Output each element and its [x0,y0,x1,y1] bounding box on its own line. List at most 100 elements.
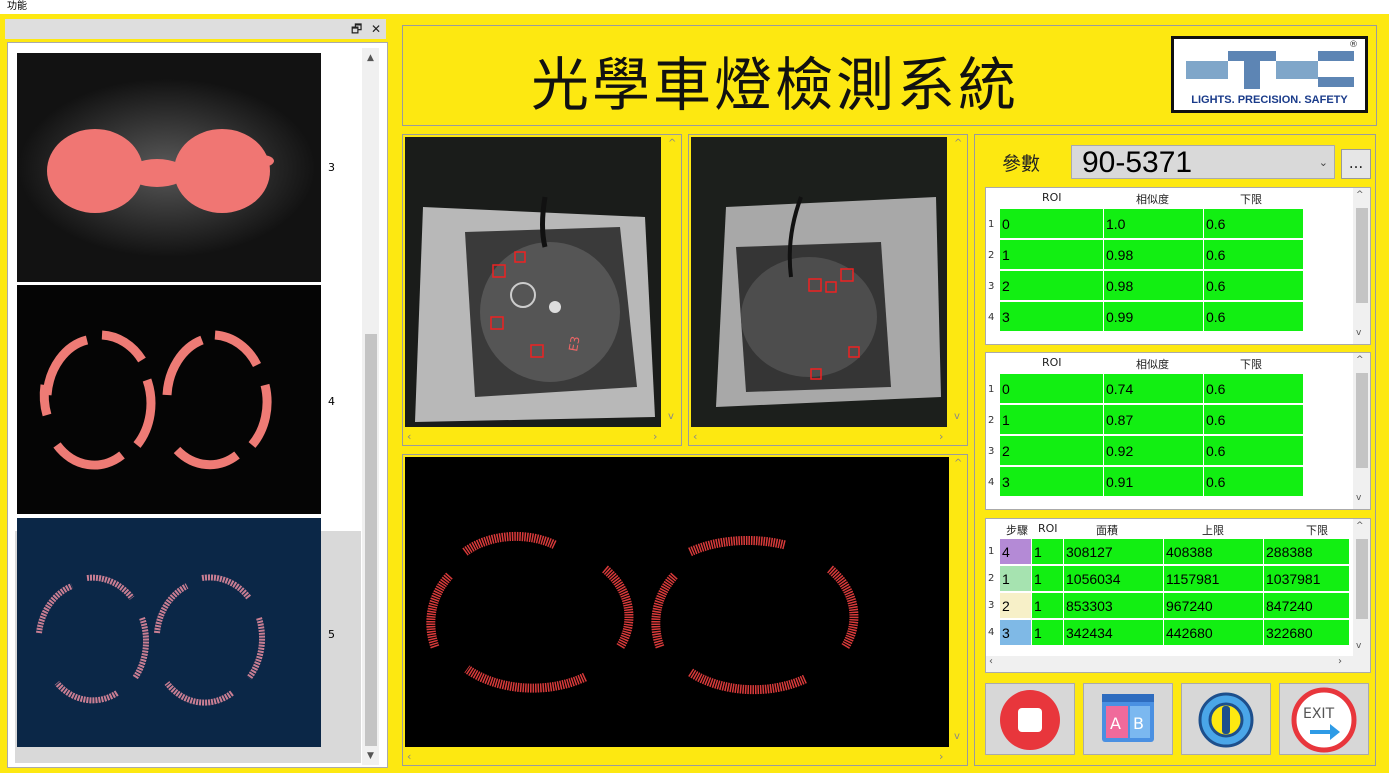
camera-2-vscroll[interactable]: ^ v [951,135,966,427]
table-row[interactable]: 2 1 0.87 0.6 [986,405,1354,436]
table-1-scrollbar[interactable]: ^ v [1353,188,1370,344]
table-row[interactable]: 4 3 1 342434 442680 322680 [986,620,1354,647]
row-number: 2 [988,415,995,426]
table-header: ROI 相似度 下限 [986,353,1370,373]
col-similarity: 相似度 [1136,193,1169,206]
cell-similarity[interactable]: 0.91 [1104,467,1204,497]
camera-2-hscroll[interactable]: ‹ › [689,429,951,444]
table-2-scrollbar[interactable]: ^ v [1353,353,1370,509]
cell-lower[interactable]: 0.6 [1204,240,1304,270]
cell-lower[interactable]: 0.6 [1204,374,1304,404]
table-row[interactable]: 2 1 1 1056034 1157981 1037981 [986,566,1354,593]
cell-similarity[interactable]: 0.87 [1104,405,1204,435]
table-3-hscrollbar[interactable]: ‹ › [986,656,1370,672]
ab-label-b: B [1133,714,1144,733]
scroll-thumb[interactable] [365,334,377,746]
cell-upper[interactable]: 408388 [1164,539,1264,565]
cell-area[interactable]: 853303 [1064,593,1164,619]
thumbnail-4[interactable] [17,285,321,514]
cell-lower[interactable]: 0.6 [1204,436,1304,466]
thumbnail-scrollbar[interactable]: ▲ ▼ [362,48,379,765]
cell-lower[interactable]: 847240 [1264,593,1350,619]
cell-roi[interactable]: 0 [1000,374,1104,404]
table-row[interactable]: 4 3 0.99 0.6 [986,302,1354,333]
app-title: 光學車燈檢測系統 [531,51,1020,119]
stop-button[interactable] [985,683,1075,755]
cell-roi[interactable]: 1 [1032,566,1064,592]
cell-roi[interactable]: 0 [1000,209,1104,239]
cell-step[interactable]: 4 [1000,539,1032,565]
cell-roi[interactable]: 1 [1032,620,1064,646]
cell-roi[interactable]: 1 [1032,593,1064,619]
result-vscroll[interactable]: ^ v [951,455,966,747]
settings-button[interactable] [1181,683,1271,755]
camera-1-vscroll[interactable]: ^ v [665,135,680,427]
table-row[interactable]: 4 3 0.91 0.6 [986,467,1354,498]
cell-similarity[interactable]: 0.98 [1104,240,1204,270]
table-row[interactable]: 3 2 1 853303 967240 847240 [986,593,1354,620]
camera-view-2: ^ v ‹ › [688,134,968,446]
cell-lower[interactable]: 288388 [1264,539,1350,565]
chevron-down-icon[interactable]: ⌄ [1319,146,1328,180]
menu-functions[interactable]: 功能 [7,1,27,12]
exit-button[interactable]: EXIT [1279,683,1369,755]
row-number: 1 [988,384,995,395]
cell-lower[interactable]: 1037981 [1264,566,1350,592]
col-upper: 上限 [1202,524,1224,537]
cell-lower[interactable]: 0.6 [1204,467,1304,497]
cell-roi[interactable]: 2 [1000,436,1104,466]
cell-roi[interactable]: 1 [1032,539,1064,565]
cell-lower[interactable]: 0.6 [1204,209,1304,239]
result-image [405,457,949,747]
cell-lower[interactable]: 322680 [1264,620,1350,646]
scroll-up-icon[interactable]: ▲ [362,50,379,67]
cell-lower[interactable]: 0.6 [1204,302,1304,332]
param-select[interactable]: 90-5371 ⌄ [1071,145,1335,179]
cell-step[interactable]: 3 [1000,620,1032,646]
exit-label: EXIT [1303,706,1335,722]
camera-1-hscroll[interactable]: ‹ › [403,429,665,444]
cell-area[interactable]: 1056034 [1064,566,1164,592]
param-browse-button[interactable]: ... [1341,149,1371,179]
cell-roi[interactable]: 3 [1000,302,1104,332]
camera-view-1: E3 ^ v ‹ › [402,134,682,446]
cell-upper[interactable]: 967240 [1164,593,1264,619]
cell-step[interactable]: 1 [1000,566,1032,592]
cell-roi[interactable]: 2 [1000,271,1104,301]
ab-window-icon: A B [1102,694,1154,742]
table-row[interactable]: 3 2 0.98 0.6 [986,271,1354,302]
cell-similarity[interactable]: 0.98 [1104,271,1204,301]
cell-roi[interactable]: 1 [1000,240,1104,270]
cell-upper[interactable]: 442680 [1164,620,1264,646]
tyc-logo-mark [1186,51,1354,89]
cell-similarity[interactable]: 1.0 [1104,209,1204,239]
camera-image-1: E3 [405,137,661,427]
thumbnail-5[interactable] [17,518,321,747]
table-row[interactable]: 1 0 0.74 0.6 [986,374,1354,405]
cell-roi[interactable]: 3 [1000,467,1104,497]
table-row[interactable]: 1 4 1 308127 408388 288388 [986,539,1354,566]
table-3-vscrollbar[interactable]: ^ v [1353,519,1370,656]
cell-roi[interactable]: 1 [1000,405,1104,435]
cell-lower[interactable]: 0.6 [1204,271,1304,301]
ab-compare-button[interactable]: A B [1083,683,1173,755]
cell-upper[interactable]: 1157981 [1164,566,1264,592]
thumbnail-3[interactable] [17,53,321,282]
logo-tagline: LIGHTS. PRECISION. SAFETY [1191,94,1348,106]
cell-area[interactable]: 308127 [1064,539,1164,565]
cell-similarity[interactable]: 0.74 [1104,374,1204,404]
cell-similarity[interactable]: 0.92 [1104,436,1204,466]
dock-float-icon[interactable]: 🗗 [351,21,362,37]
table-row[interactable]: 1 0 1.0 0.6 [986,209,1354,240]
result-hscroll[interactable]: ‹ › [403,749,951,764]
table-row[interactable]: 3 2 0.92 0.6 [986,436,1354,467]
scroll-down-icon[interactable]: ▼ [362,748,379,765]
thumbnail-label: 5 [328,628,335,641]
row-number: 2 [988,250,995,261]
cell-area[interactable]: 342434 [1064,620,1164,646]
cell-similarity[interactable]: 0.99 [1104,302,1204,332]
cell-lower[interactable]: 0.6 [1204,405,1304,435]
cell-step[interactable]: 2 [1000,593,1032,619]
dock-close-icon[interactable]: ✕ [371,21,381,37]
table-row[interactable]: 2 1 0.98 0.6 [986,240,1354,271]
